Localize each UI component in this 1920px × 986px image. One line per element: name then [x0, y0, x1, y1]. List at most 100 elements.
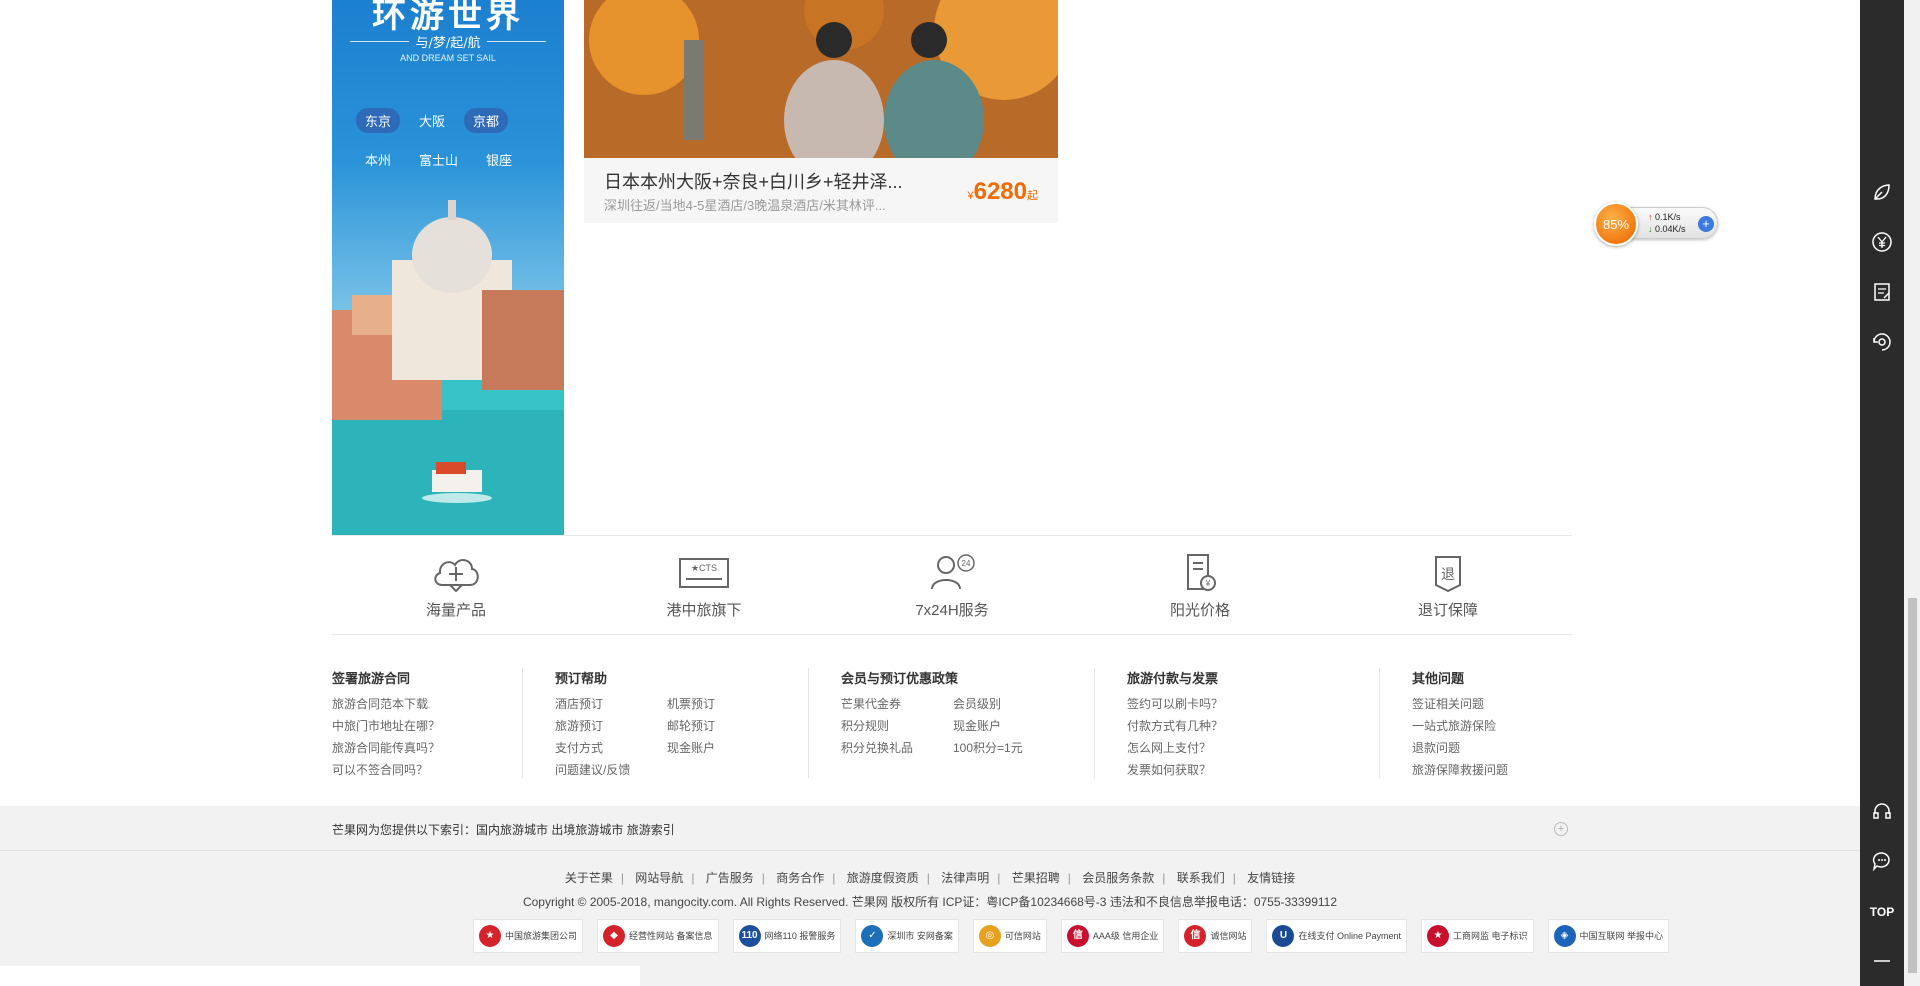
footer-link[interactable]: 法律声明: [933, 871, 997, 885]
cert-badge[interactable]: 信诚信网站: [1178, 919, 1253, 953]
footer-link[interactable]: 网站导航: [627, 871, 691, 885]
help-link[interactable]: 中旅门市地址在哪？: [332, 718, 502, 734]
report-center-icon: ◈: [1553, 925, 1576, 947]
help-link[interactable]: 退款问题: [1412, 740, 1549, 756]
cert-badge[interactable]: U 在线支付 Online Payment: [1266, 919, 1407, 953]
help-link[interactable]: 旅游合同能传真吗？: [332, 740, 502, 756]
network-speed-widget[interactable]: 85% ↑ 0.1K/s ↓ 0.04K/s +: [1594, 202, 1722, 246]
city-tag[interactable]: 东京: [356, 108, 401, 133]
index-link[interactable]: 旅游索引: [627, 823, 675, 837]
city-tag[interactable]: 本州: [356, 147, 400, 172]
footer-link[interactable]: 芒果招聘: [1004, 871, 1068, 885]
help-link[interactable]: 邮轮预订: [667, 718, 757, 734]
index-link[interactable]: 国内旅游城市: [476, 823, 548, 837]
svg-text:★CTS: ★CTS: [691, 563, 717, 573]
help-link[interactable]: 付款方式有几种？: [1127, 718, 1359, 734]
unionpay-icon: U: [1272, 925, 1295, 947]
toolbar-item[interactable]: [1860, 222, 1904, 262]
expand-icon[interactable]: +: [1554, 822, 1568, 836]
cert-badge[interactable]: 110 网络110 报警服务: [732, 919, 842, 953]
page: 环游世界 与/梦/起/航 AND DREAM SET SAIL 东京 大阪 京都…: [0, 0, 1920, 986]
chat-icon: [1872, 852, 1890, 872]
cert-badge[interactable]: ◈ 中国互联网 举报中心: [1547, 919, 1670, 953]
help-link[interactable]: 支付方式: [555, 740, 627, 756]
help-col-title: 签署旅游合同: [332, 671, 411, 686]
help-link[interactable]: 芒果代金券: [841, 696, 913, 712]
upload-value: 0.1K/s: [1655, 212, 1681, 222]
cert-badge[interactable]: ◎ 可信网站: [972, 919, 1047, 953]
help-link[interactable]: 现金账户: [667, 740, 757, 756]
help-col-booking: 预订帮助 酒店预订 机票预订 旅游预订 邮轮预订 支付方式 现金账户 问题建议/…: [522, 668, 808, 778]
price-suffix: 起: [1027, 190, 1038, 202]
right-toolbar: TOP: [1860, 0, 1904, 986]
city-tag[interactable]: 京都: [464, 108, 509, 133]
help-link[interactable]: 怎么网上支付？: [1127, 740, 1359, 756]
service-item: 24 7x24H服务: [828, 536, 1076, 634]
index-link[interactable]: 出境旅游城市: [551, 823, 623, 837]
city-tag[interactable]: 富士山: [410, 147, 467, 172]
cert-badge[interactable]: 信 AAA级 信用企业: [1060, 919, 1165, 953]
badge-label: 在线支付 Online Payment: [1298, 931, 1401, 941]
toolbar-item[interactable]: [1860, 841, 1904, 881]
page-scrollbar[interactable]: [1904, 0, 1920, 986]
help-link[interactable]: 签约可以刷卡吗？: [1127, 696, 1359, 712]
toolbar-item[interactable]: [1860, 941, 1904, 981]
cert-badge[interactable]: ★ 工商网监 电子标识: [1421, 919, 1534, 953]
promo-banner[interactable]: 环游世界 与/梦/起/航 AND DREAM SET SAIL 东京 大阪 京都…: [332, 0, 564, 535]
footer-link[interactable]: 关于芒果: [557, 871, 621, 885]
help-link[interactable]: 一站式旅游保险: [1412, 718, 1549, 734]
help-link[interactable]: 机票预订: [667, 696, 757, 712]
help-link[interactable]: 发票如何获取？: [1127, 762, 1359, 778]
shield-icon: ✓: [861, 925, 884, 947]
footer-link[interactable]: 友情链接: [1239, 871, 1303, 885]
help-link[interactable]: 可以不签合同吗？: [332, 762, 502, 778]
price-value: 6280: [973, 178, 1027, 205]
service-label: 7x24H服务: [915, 601, 989, 619]
toolbar-item[interactable]: [1860, 322, 1904, 362]
help-link[interactable]: 会员级别: [953, 696, 1043, 712]
help-links: 旅游合同范本下载 中旅门市地址在哪？ 旅游合同能传真吗？ 可以不签合同吗？: [332, 696, 502, 778]
help-col-other: 其他问题 签证相关问题 一站式旅游保险 退款问题 旅游保障救援问题: [1379, 668, 1569, 778]
back-to-top-button[interactable]: TOP: [1860, 892, 1904, 932]
help-link[interactable]: 签证相关问题: [1412, 696, 1549, 712]
seal-icon: 信: [1066, 925, 1089, 947]
scrollbar-thumb[interactable]: [1908, 598, 1917, 973]
help-link[interactable]: 现金账户: [953, 718, 1043, 734]
help-link[interactable]: 积分兑换礼品: [841, 740, 913, 756]
badge-label: 网络110 报警服务: [764, 931, 836, 941]
footer-link[interactable]: 旅游度假资质: [839, 871, 927, 885]
index-bar: 芒果网为您提供以下索引：国内旅游城市 出境旅游城市 旅游索引 +: [0, 806, 1860, 851]
product-price: ¥6280起: [967, 178, 1038, 206]
help-link[interactable]: 旅游保障救援问题: [1412, 762, 1549, 778]
help-link[interactable]: 旅游预订: [555, 718, 627, 734]
help-link[interactable]: 酒店预订: [555, 696, 627, 712]
footer-link[interactable]: 联系我们: [1169, 871, 1233, 885]
cert-badge[interactable]: ★ 中国旅游集团公司: [473, 919, 584, 953]
credit-icon: 信: [1184, 925, 1207, 947]
service-label: 退订保障: [1417, 601, 1478, 619]
badge-label: 经营性网站 备案信息: [629, 931, 713, 941]
cert-badge[interactable]: ◆ 经营性网站 备案信息: [597, 919, 719, 953]
toolbar-item[interactable]: [1860, 791, 1904, 831]
help-links: 酒店预订 机票预订 旅游预订 邮轮预订 支付方式 现金账户 问题建议/反馈: [555, 696, 788, 778]
banner-subtitle-text: 与/梦/起/航: [415, 36, 481, 51]
service-label: 海量产品: [425, 601, 486, 619]
venice-illustration: [332, 200, 564, 535]
footer-link[interactable]: 广告服务: [698, 871, 762, 885]
help-link[interactable]: 问题建议/反馈: [555, 762, 630, 778]
help-link[interactable]: 100积分=1元: [953, 740, 1043, 756]
index-prefix: 芒果网为您提供以下索引：: [332, 823, 477, 837]
help-col-member: 会员与预订优惠政策 芒果代金券 会员级别 积分规则 现金账户 积分兑换礼品 10…: [808, 668, 1094, 778]
cert-badge[interactable]: ✓ 深圳市 安网备案: [855, 919, 959, 953]
help-link[interactable]: 积分规则: [841, 718, 913, 734]
toolbar-item[interactable]: [1860, 272, 1904, 312]
memory-ball[interactable]: 85%: [1594, 202, 1638, 246]
help-link[interactable]: 旅游合同范本下载: [332, 696, 502, 712]
product-card[interactable]: 日本本州大阪+奈良+白川乡+轻井泽... 深圳往返/当地4-5星酒店/3晚温泉酒…: [584, 0, 1058, 223]
city-tag[interactable]: 银座: [477, 147, 521, 172]
city-tag[interactable]: 大阪: [410, 108, 454, 133]
toolbar-item[interactable]: [1860, 172, 1904, 212]
footer-link[interactable]: 商务合作: [768, 871, 832, 885]
footer-link[interactable]: 会员服务条款: [1074, 871, 1162, 885]
plus-icon[interactable]: +: [1698, 216, 1714, 232]
